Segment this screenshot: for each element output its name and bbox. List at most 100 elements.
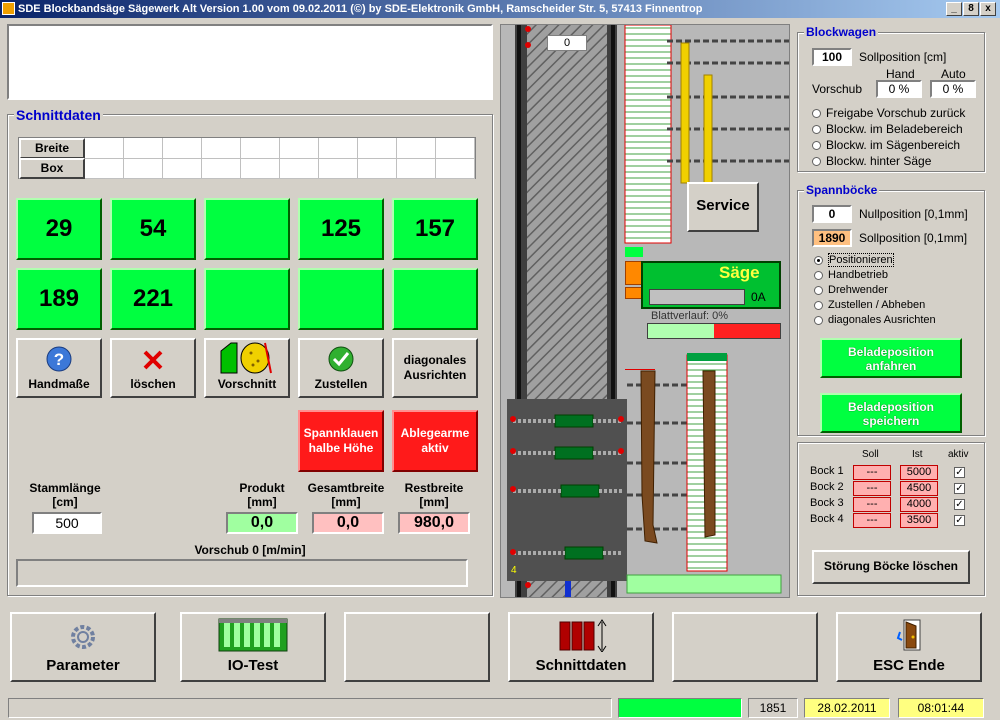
grid-cell[interactable]: [163, 158, 202, 179]
bock-aktiv-checkbox[interactable]: ✓: [954, 467, 965, 478]
spannklauen-button[interactable]: Spannklauen halbe Höhe: [298, 410, 384, 472]
grid-cell[interactable]: [202, 138, 241, 159]
mode-positionieren[interactable]: Positionieren: [814, 253, 936, 268]
grid-cell[interactable]: [85, 138, 124, 159]
cut-cell[interactable]: [204, 198, 290, 260]
cut-cell[interactable]: 157: [392, 198, 478, 260]
cut-cell[interactable]: [298, 268, 384, 330]
mode-handbetrieb[interactable]: Handbetrieb: [814, 268, 936, 283]
bock-soll: ---: [853, 513, 891, 528]
spannboecke-sollposition-input[interactable]: 1890: [812, 229, 852, 247]
title-bar: SDE Blockbandsäge Sägewerk Alt Version 1…: [0, 0, 1000, 18]
zustellen-label: Zustellen: [314, 377, 368, 391]
bock-name: Bock 1: [810, 465, 844, 477]
io-test-label: IO-Test: [227, 657, 279, 674]
beladeposition-anfahren-button[interactable]: Beladeposition anfahren: [820, 338, 962, 378]
grid-cell[interactable]: [319, 138, 358, 159]
beladeposition-speichern-button[interactable]: Beladeposition speichern: [820, 393, 962, 433]
close-button[interactable]: x: [980, 2, 996, 16]
mode-drehwender[interactable]: Drehwender: [814, 283, 936, 298]
maximize-button[interactable]: 8: [963, 2, 979, 16]
grid-cell[interactable]: [124, 138, 163, 159]
cut-cell[interactable]: 189: [16, 268, 102, 330]
bock-aktiv-checkbox[interactable]: ✓: [954, 515, 965, 526]
saege-load-bar: [649, 289, 745, 305]
minimize-button[interactable]: _: [946, 2, 962, 16]
mode-zustellen-abheben[interactable]: Zustellen / Abheben: [814, 298, 936, 313]
parameter-button[interactable]: Parameter: [10, 612, 156, 682]
cut-cell[interactable]: 54: [110, 198, 196, 260]
blattverlauf-label: Blattverlauf: 0%: [651, 310, 729, 322]
grid-cell[interactable]: [319, 158, 358, 179]
loeschen-label: löschen: [130, 377, 176, 391]
vorschnitt-button[interactable]: Vorschnitt: [204, 338, 290, 398]
handmasse-button[interactable]: ? Handmaße: [16, 338, 102, 398]
cut-boards-icon: [559, 619, 607, 652]
loeschen-button[interactable]: löschen: [110, 338, 196, 398]
status-item: Blockw. im Sägenbereich: [812, 137, 965, 153]
cut-cell[interactable]: 125: [298, 198, 384, 260]
grid-cell[interactable]: [397, 138, 436, 159]
empty-button[interactable]: [672, 612, 818, 682]
grid-cell[interactable]: [436, 158, 475, 179]
gesamtbreite-label: Gesamtbreite [mm]: [307, 481, 385, 509]
grid-cell[interactable]: [397, 158, 436, 179]
restbreite-label: Restbreite [mm]: [404, 481, 464, 509]
status-led: [812, 157, 821, 167]
diagonales-ausrichten-button[interactable]: diagonales Ausrichten: [392, 338, 478, 398]
window-title: SDE Blockbandsäge Sägewerk Alt Version 1…: [18, 3, 703, 15]
app-icon: [2, 2, 15, 15]
nullposition-input[interactable]: 0: [812, 205, 852, 223]
vorschub-label: Vorschub 0 [m/min]: [194, 543, 306, 557]
grid-cell[interactable]: [241, 138, 280, 159]
io-test-button[interactable]: IO-Test: [180, 612, 326, 682]
cut-cell[interactable]: [392, 268, 478, 330]
produkt-label: Produkt [mm]: [239, 481, 285, 509]
ablegearme-button[interactable]: Ablegearme aktiv: [392, 410, 478, 472]
grid-cell[interactable]: [436, 138, 475, 159]
gear-icon: [71, 625, 95, 649]
grid-cell[interactable]: [280, 158, 319, 179]
bock-ist: 4500: [900, 481, 938, 496]
cut-cell[interactable]: 221: [110, 268, 196, 330]
help-icon: ?: [46, 346, 72, 372]
empty-button[interactable]: [344, 612, 490, 682]
zustellen-button[interactable]: Zustellen: [298, 338, 384, 398]
stoerung-boecke-loeschen-button[interactable]: Störung Böcke löschen: [812, 550, 970, 584]
schnittdaten-button[interactable]: Schnittdaten: [508, 612, 654, 682]
grid-cell[interactable]: [85, 158, 124, 179]
bock-ist: 4000: [900, 497, 938, 512]
grid-cell[interactable]: [358, 158, 397, 179]
blockwagen-status-list: Freigabe Vorschub zurück Blockw. im Bela…: [812, 105, 965, 169]
esc-ende-button[interactable]: ESC Ende: [836, 612, 982, 682]
grid-cell[interactable]: [124, 158, 163, 179]
bock-name: Bock 2: [810, 481, 844, 493]
stammlaenge-input[interactable]: 500: [32, 512, 102, 534]
mode-label: Handbetrieb: [828, 269, 888, 281]
delete-icon: [143, 350, 163, 370]
spannklauen-label: Spannklauen halbe Höhe: [303, 426, 379, 455]
restbreite-value: 980,0: [398, 512, 470, 534]
grid-cell[interactable]: [163, 138, 202, 159]
ist-header: Ist: [912, 449, 923, 460]
blockwagen-sollposition-input[interactable]: 100: [812, 48, 852, 66]
service-button[interactable]: Service: [687, 182, 759, 232]
diagonales-ausrichten-label: diagonales Ausrichten: [403, 353, 467, 382]
cut-cell[interactable]: 29: [16, 198, 102, 260]
grid-cell[interactable]: [358, 138, 397, 159]
grid-cell[interactable]: [241, 158, 280, 179]
mode-diagonales-ausrichten[interactable]: diagonales Ausrichten: [814, 313, 936, 328]
message-box: [7, 24, 493, 100]
status-ok-indicator: [618, 698, 742, 718]
breite-box-grid: Breite Box: [18, 137, 476, 179]
status-counter: 1851: [748, 698, 798, 718]
bock-aktiv-checkbox[interactable]: ✓: [954, 499, 965, 510]
cut-cell[interactable]: [204, 268, 290, 330]
bock-aktiv-checkbox[interactable]: ✓: [954, 483, 965, 494]
grid-cell[interactable]: [280, 138, 319, 159]
bock-name: Bock 3: [810, 497, 844, 509]
status-item: Blockw. im Beladebereich: [812, 121, 965, 137]
mode-label: Zustellen / Abheben: [828, 299, 926, 311]
status-message: [8, 698, 612, 718]
grid-cell[interactable]: [202, 158, 241, 179]
